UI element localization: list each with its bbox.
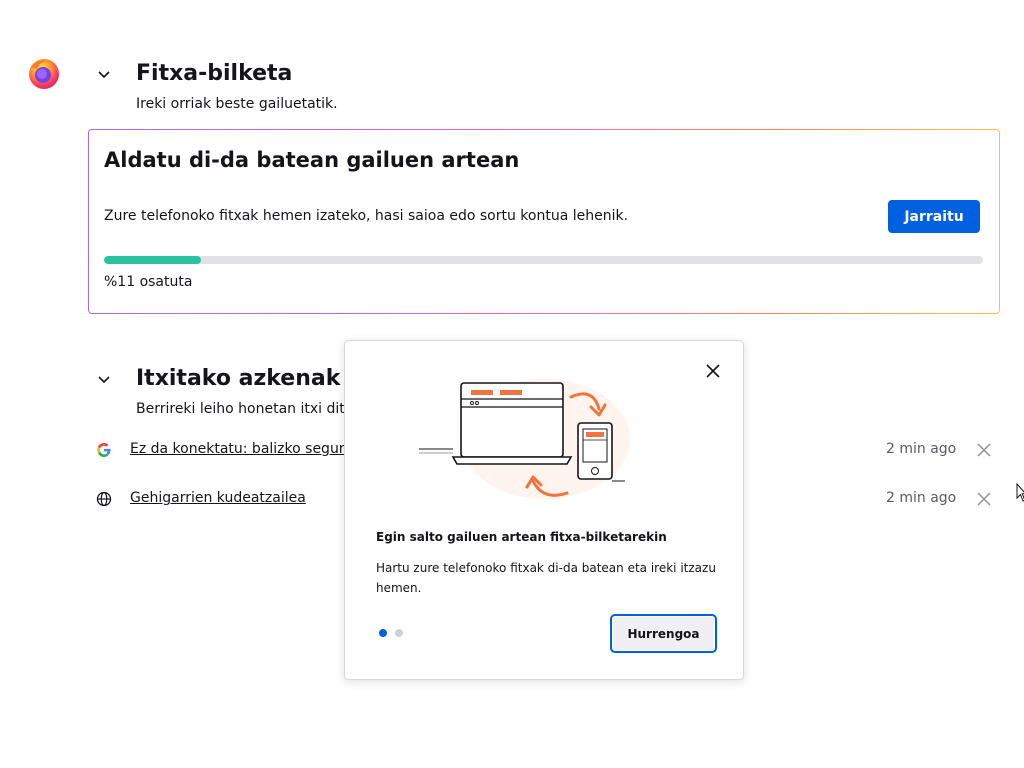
recently-closed-subtitle: Berrireki leiho honetan itxi dituzu xyxy=(136,401,370,417)
sync-setup-card: Aldatu di-da batean gailuen artean Zure … xyxy=(88,129,1000,314)
dismiss-close-icon[interactable] xyxy=(976,491,992,507)
collapse-tab-pickup-chevron-icon[interactable] xyxy=(96,66,112,82)
step-indicator xyxy=(379,629,403,637)
mouse-cursor-icon xyxy=(1016,483,1024,502)
firefox-view-page: Fitxa-bilketa Ireki orriak beste gailuet… xyxy=(0,0,1024,768)
continue-button[interactable]: Jarraitu xyxy=(888,200,980,233)
progress-label: %11 osatuta xyxy=(104,274,193,290)
step-dot-active xyxy=(379,629,387,637)
popup-title: Egin salto gailuen artean fitxa-bilketar… xyxy=(376,530,667,544)
recently-closed-link[interactable]: Gehigarrien kudeatzailea xyxy=(130,490,306,506)
sync-card-description: Zure telefonoko fitxak hemen izateko, ha… xyxy=(104,208,629,224)
feature-callout-popup: Egin salto gailuen artean fitxa-bilketar… xyxy=(344,340,744,680)
step-dot xyxy=(395,629,403,637)
next-button[interactable]: Hurrengoa xyxy=(610,614,717,653)
popup-description: Hartu zure telefonoko fitxak di-da batea… xyxy=(376,561,716,595)
closed-time: 2 min ago xyxy=(886,441,957,457)
dismiss-close-icon[interactable] xyxy=(976,442,992,458)
setup-progress-fill xyxy=(104,256,201,264)
closed-time: 2 min ago xyxy=(886,490,957,506)
setup-progress-bar xyxy=(104,256,983,264)
recently-closed-title: Itxitako azkenak xyxy=(136,366,341,391)
devices-sync-illustration xyxy=(419,379,630,499)
tab-pickup-subtitle: Ireki orriak beste gailuetatik. xyxy=(136,96,338,112)
close-icon[interactable] xyxy=(704,362,722,380)
collapse-recently-closed-chevron-icon[interactable] xyxy=(96,371,112,387)
firefox-logo-icon xyxy=(29,59,59,89)
recently-closed-link[interactable]: Ez da konektatu: balizko segurtas xyxy=(130,441,366,457)
google-icon xyxy=(97,443,111,457)
tab-pickup-title: Fitxa-bilketa xyxy=(136,61,293,86)
globe-icon xyxy=(96,491,112,507)
sync-card-title: Aldatu di-da batean gailuen artean xyxy=(104,148,520,172)
